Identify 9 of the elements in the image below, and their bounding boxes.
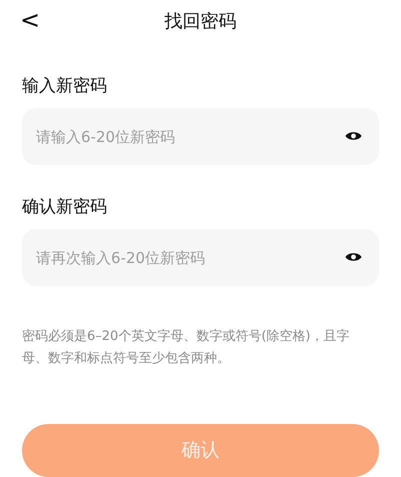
eye-icon[interactable] bbox=[345, 251, 362, 263]
page-title: 找回密码 bbox=[164, 10, 236, 34]
field-label: 确认新密码 bbox=[22, 196, 108, 219]
eye-icon[interactable] bbox=[345, 130, 362, 142]
back-button[interactable]: < bbox=[14, 4, 46, 36]
password-field[interactable]: 请输入6-20位新密码 bbox=[22, 108, 379, 165]
field-label: 输入新密码 bbox=[22, 75, 108, 98]
password-field[interactable]: 请再次输入6-20位新密码 bbox=[22, 229, 379, 286]
hint-text: 密码必须是6–20个英文字母、数字或符号(除空格)，且字母、数字和标点符号至少包含两种。 bbox=[22, 328, 350, 368]
